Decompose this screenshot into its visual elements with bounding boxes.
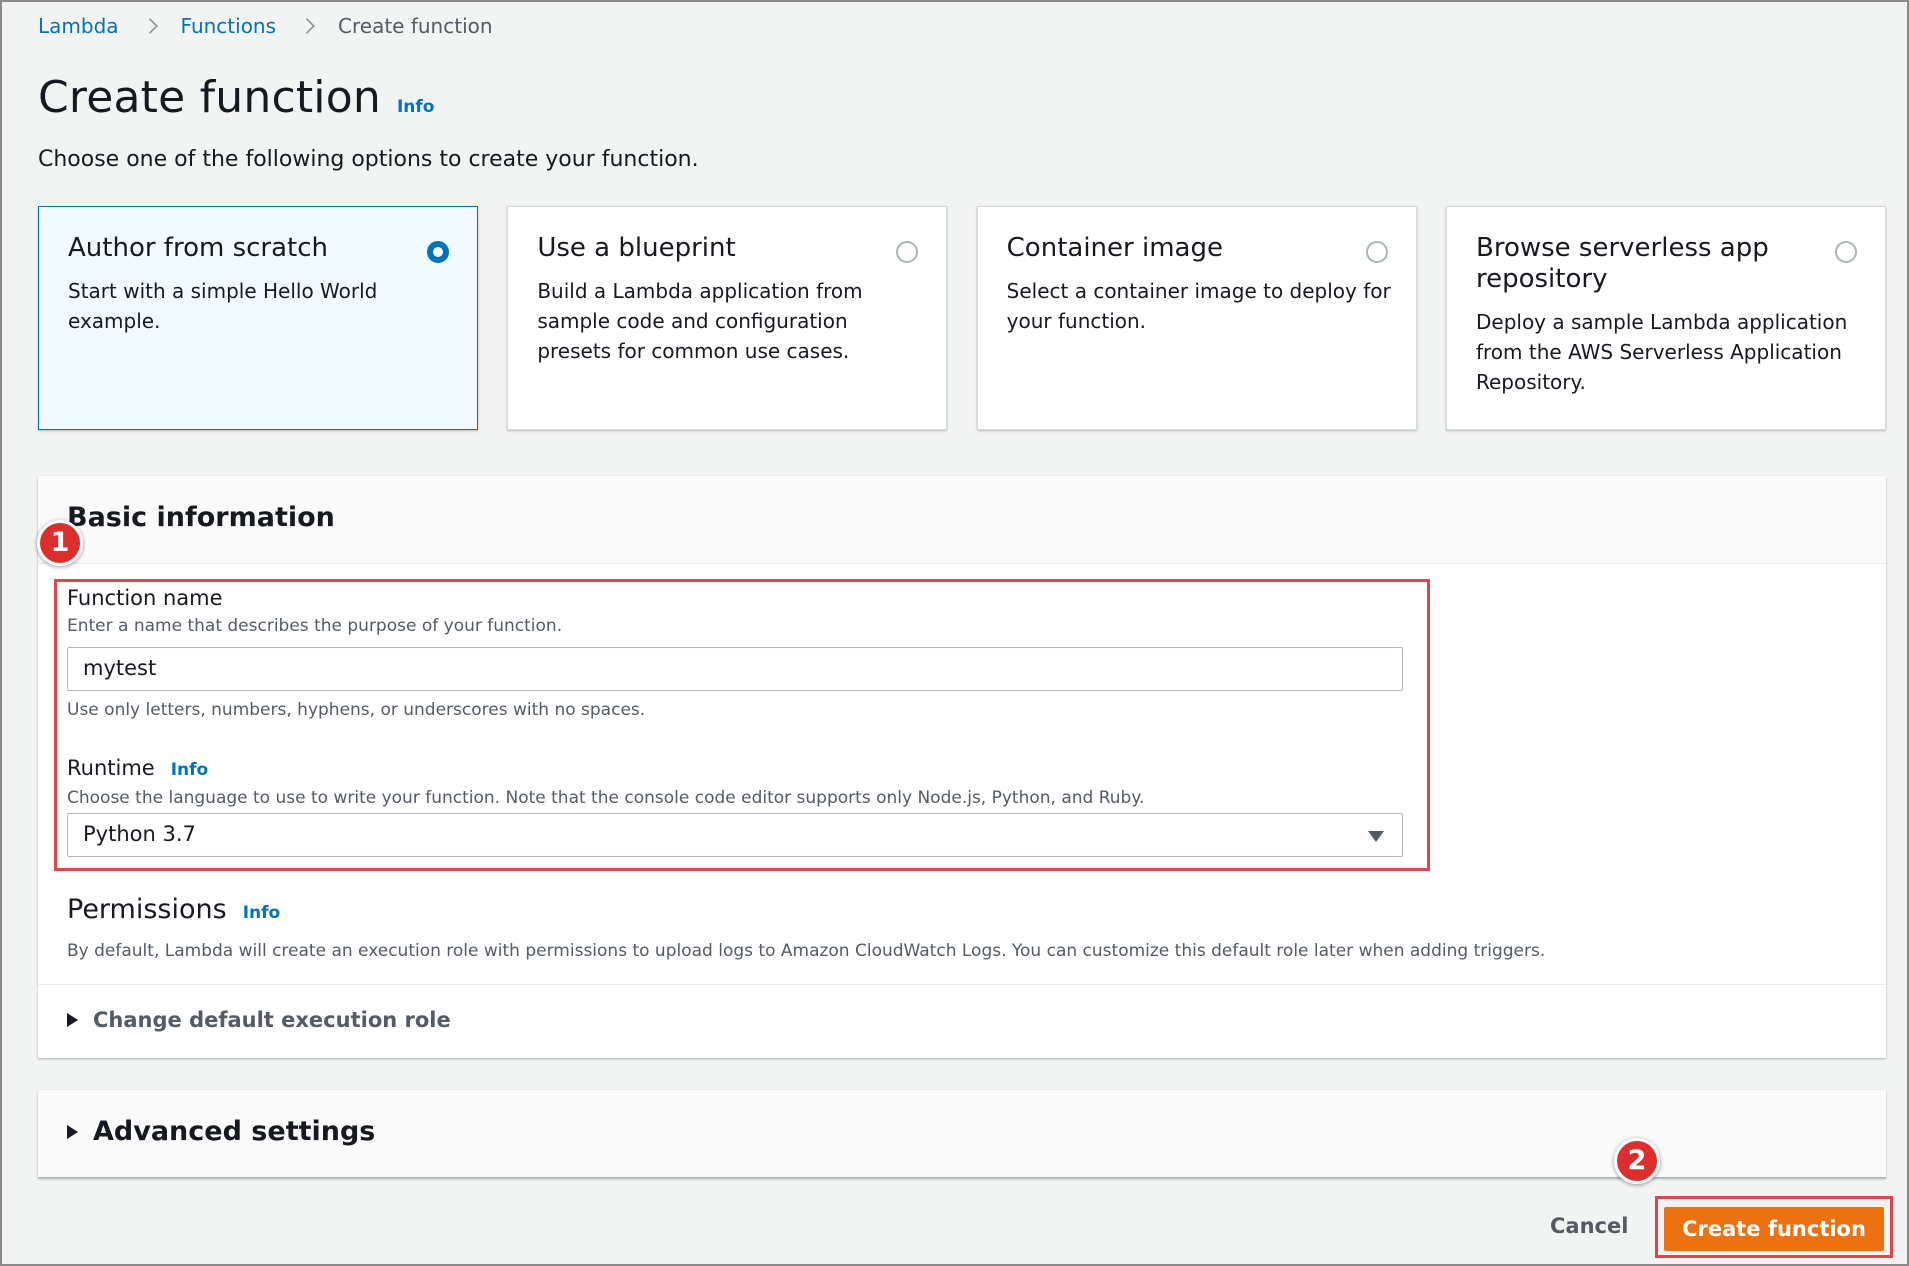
creation-options: Author from scratch Start with a simple … bbox=[38, 206, 1886, 430]
page-description: Choose one of the following options to c… bbox=[38, 147, 699, 172]
option-description: Build a Lambda application from sample c… bbox=[537, 279, 863, 363]
option-title: Use a blueprint bbox=[537, 233, 736, 263]
permissions-label: Permissions bbox=[67, 894, 227, 925]
option-description: Start with a simple Hello World example. bbox=[68, 279, 378, 333]
option-title: Container image bbox=[1006, 233, 1223, 263]
breadcrumb-current: Create function bbox=[338, 14, 493, 38]
option-title: Author from scratch bbox=[68, 233, 328, 263]
permissions-heading: Permissions Info bbox=[67, 894, 280, 925]
advanced-settings-label: Advanced settings bbox=[93, 1116, 376, 1147]
radio-author-from-scratch[interactable] bbox=[427, 241, 449, 263]
change-execution-role-label: Change default execution role bbox=[93, 1008, 451, 1032]
permissions-description: By default, Lambda will create an execut… bbox=[67, 941, 1546, 961]
breadcrumb: Lambda Functions Create function bbox=[38, 12, 493, 40]
breadcrumb-functions-link[interactable]: Functions bbox=[181, 14, 277, 38]
breadcrumb-lambda-link[interactable]: Lambda bbox=[38, 14, 119, 38]
advanced-settings-expander[interactable]: Advanced settings bbox=[67, 1116, 375, 1147]
caret-right-icon bbox=[67, 1124, 78, 1139]
option-description: Deploy a sample Lambda application from … bbox=[1475, 310, 1848, 394]
radio-container-image[interactable] bbox=[1365, 241, 1388, 263]
panel-title: Basic information bbox=[67, 502, 335, 533]
annotation-step-badge: 1 bbox=[37, 520, 83, 566]
title-info-link[interactable]: Info bbox=[397, 97, 435, 117]
radio-use-blueprint[interactable] bbox=[896, 241, 919, 263]
chevron-right-icon bbox=[299, 18, 315, 34]
divider bbox=[38, 984, 1886, 985]
panel-header: Basic information bbox=[38, 476, 1886, 564]
annotation-highlight-box bbox=[54, 579, 1430, 871]
option-container-image[interactable]: Container image Select a container image… bbox=[976, 206, 1417, 430]
permissions-info-link[interactable]: Info bbox=[243, 903, 281, 923]
radio-browse-serverless-repo[interactable] bbox=[1834, 241, 1857, 263]
option-author-from-scratch[interactable]: Author from scratch Start with a simple … bbox=[38, 206, 478, 430]
caret-right-icon bbox=[67, 1013, 78, 1027]
option-use-blueprint[interactable]: Use a blueprint Build a Lambda applicati… bbox=[507, 206, 948, 430]
advanced-settings-panel: Advanced settings bbox=[38, 1090, 1886, 1178]
chevron-right-icon bbox=[141, 18, 158, 34]
page-title: Create function bbox=[38, 72, 381, 123]
page-title-row: Create function Info bbox=[38, 72, 434, 123]
change-execution-role-expander[interactable]: Change default execution role bbox=[67, 1008, 451, 1032]
cancel-button[interactable]: Cancel bbox=[1550, 1214, 1628, 1238]
option-title: Browse serverless app repository bbox=[1475, 233, 1769, 294]
option-description: Select a container image to deploy for y… bbox=[1006, 279, 1391, 333]
annotation-highlight-box bbox=[1655, 1196, 1893, 1258]
annotation-step-badge: 2 bbox=[1614, 1138, 1660, 1184]
option-browse-serverless-repo[interactable]: Browse serverless app repository Deploy … bbox=[1445, 206, 1886, 430]
